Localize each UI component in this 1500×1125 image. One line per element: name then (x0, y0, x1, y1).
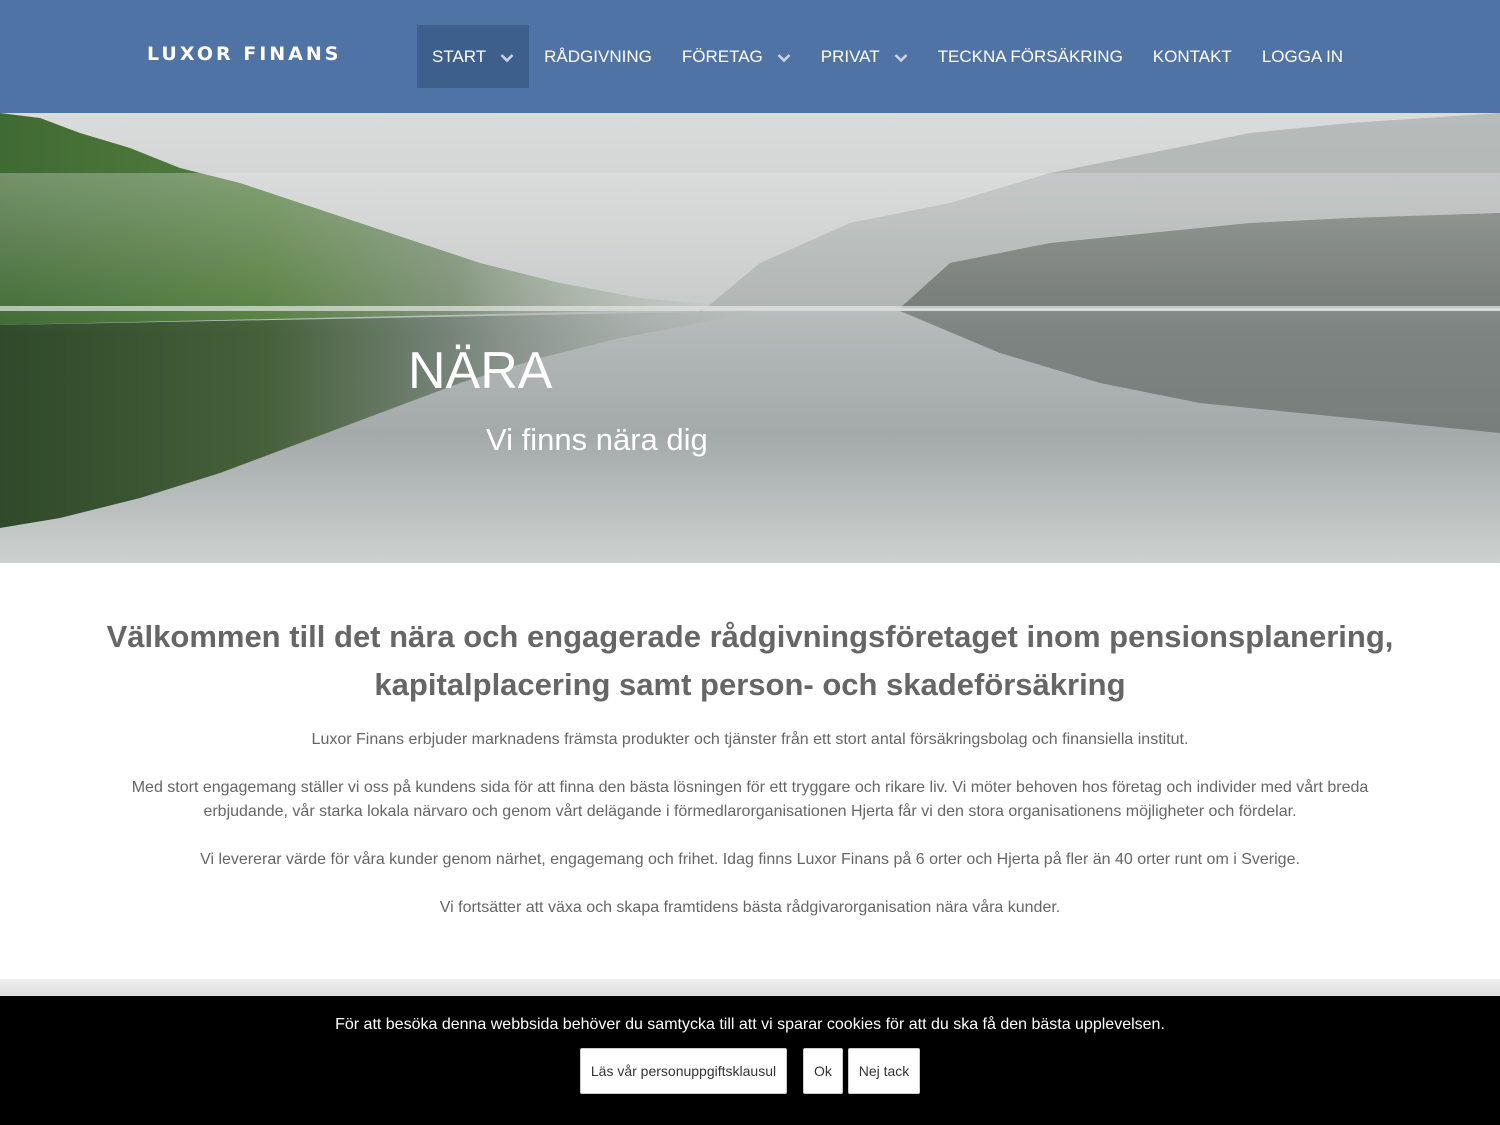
nav-item-label: RÅDGIVNING (544, 46, 652, 66)
cookie-consent-text: För att besöka denna webbsida behöver du… (335, 1016, 1165, 1033)
hero-lake-forest-image (0, 113, 1500, 563)
nav-item-foretag[interactable]: FÖRETAG (667, 25, 806, 88)
main-nav: START RÅDGIVNING FÖRETAG PRIVAT TECKNA F… (417, 25, 1358, 88)
main-content: Välkommen till det nära och engagerade r… (0, 563, 1500, 979)
site-logo[interactable]: LUXOR FINANS (147, 43, 341, 65)
hero-title: NÄRA (408, 342, 553, 400)
page-heading: Välkommen till det nära och engagerade r… (106, 619, 1394, 702)
cookie-consent-bar: För att besöka denna webbsida behöver du… (0, 996, 1500, 1125)
intro-paragraph: Luxor Finans erbjuder marknadens främsta… (311, 731, 1189, 748)
nav-item-label: FÖRETAG (681, 46, 763, 66)
chevron-down-icon (777, 51, 791, 65)
nav-item-logga-in[interactable]: LOGGA IN (1247, 25, 1358, 88)
privacy-policy-button[interactable]: Läs vår personuppgiftsklausul (580, 1048, 787, 1094)
hero-banner: NÄRA Vi finns nära dig (0, 113, 1500, 563)
decline-cookies-button[interactable]: Nej tack (848, 1048, 920, 1094)
chevron-down-icon (500, 51, 514, 65)
chevron-down-icon (894, 51, 908, 65)
hero-subtitle: Vi finns nära dig (486, 422, 708, 457)
values-paragraph: Vi levererar värde för våra kunder genom… (200, 851, 1300, 868)
nav-item-label: KONTAKT (1152, 46, 1232, 66)
engagement-paragraph: Med stort engagemang ställer vi oss på k… (131, 779, 1369, 820)
nav-item-teckna-forsakring[interactable]: TECKNA FÖRSÄKRING (923, 25, 1138, 88)
nav-item-start[interactable]: START (417, 25, 530, 88)
nav-item-privat[interactable]: PRIVAT (806, 25, 923, 88)
accept-cookies-button[interactable]: Ok (803, 1048, 843, 1094)
section-divider (0, 979, 1500, 996)
nav-item-label: START (432, 46, 487, 66)
nav-item-radgivning[interactable]: RÅDGIVNING (529, 25, 667, 88)
growth-paragraph: Vi fortsätter att växa och skapa framtid… (439, 899, 1061, 916)
site-header: LUXOR FINANS START RÅDGIVNING FÖRETAG PR… (0, 0, 1500, 113)
nav-item-label: LOGGA IN (1261, 46, 1344, 66)
nav-item-kontakt[interactable]: KONTAKT (1138, 25, 1247, 88)
nav-item-label: PRIVAT (820, 46, 880, 66)
nav-item-label: TECKNA FÖRSÄKRING (937, 46, 1123, 66)
